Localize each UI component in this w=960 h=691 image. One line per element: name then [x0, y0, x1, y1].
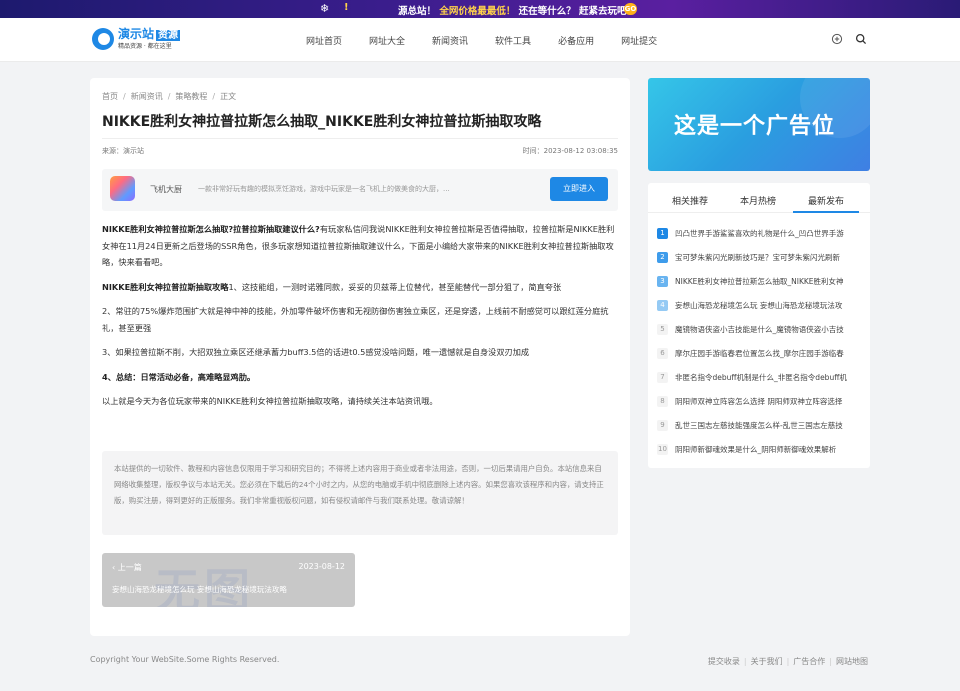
breadcrumb-news[interactable]: 新闻资讯 [131, 92, 163, 101]
footer-link-sitemap[interactable]: 网站地图 [836, 657, 868, 666]
logo-icon [92, 28, 114, 50]
app-name[interactable]: 飞机大厨 [150, 184, 182, 195]
top-promo-banner[interactable]: ❄ ! 源总站！ 全网价格最最低！ 还在等什么？ 赶紧去玩吧 GO [0, 0, 960, 18]
nav-directory[interactable]: 网址大全 [369, 34, 405, 47]
paragraph-3: 2、常驻的75%爆炸范围扩大就是神中神的技能，外加零件破坏伤害和无视防御伤害独立… [102, 306, 609, 333]
tab-monthly-hot[interactable]: 本月热榜 [740, 194, 776, 207]
article-content: NIKKE胜利女神拉普拉斯怎么抽取?拉普拉斯抽取建议什么?有玩家私信问我说NIK… [102, 221, 618, 418]
logo-tag: 资源 [156, 30, 181, 41]
article-time: 时间：2023-08-12 03:08:35 [522, 147, 618, 155]
paragraph-1: NIKKE胜利女神拉普拉斯怎么抽取?拉普拉斯抽取建议什么?有玩家私信问我说NIK… [102, 224, 615, 267]
paragraph-4: 3、如果拉普拉斯不削，大招双独立乘区还继承蓄力buff3.5倍的话进t0.5感觉… [102, 347, 530, 357]
promo-text: 源总站！ 全网价格最最低！ 还在等什么？ 赶紧去玩吧 [398, 6, 627, 17]
list-item[interactable]: 1 凹凸世界手游鲨鲨喜欢的礼物是什么_凹凸世界手游 [657, 221, 862, 245]
ranking-list: 1 凹凸世界手游鲨鲨喜欢的礼物是什么_凹凸世界手游 2 宝可梦朱紫闪光刷新技巧是？宝… [657, 221, 862, 461]
prev-label: ‹ 上一篇 [112, 563, 142, 572]
article-title: NIKKE胜利女神拉普拉斯怎么抽取_NIKKE胜利女神拉普拉斯抽取攻略 [102, 114, 542, 130]
nav-home[interactable]: 网址首页 [306, 34, 342, 47]
article-meta: 来源：演示站 时间：2023-08-12 03:08:35 [102, 138, 618, 158]
footer-link-about[interactable]: 关于我们 [751, 657, 783, 666]
article-source: 来源：演示站 [102, 147, 144, 155]
list-item[interactable]: 9 乱世三国志左慈技能强度怎么样-乱世三国志左慈技 [657, 413, 862, 437]
list-item[interactable]: 2 宝可梦朱紫闪光刷新技巧是？宝可梦朱紫闪光刷新 [657, 245, 862, 269]
ranking-panel: 相关推荐 本月热榜 最新发布 1 凹凸世界手游鲨鲨喜欢的礼物是什么_凹凸世界手游 … [648, 183, 870, 468]
breadcrumb-current: 正文 [220, 92, 237, 101]
active-tab-indicator [793, 211, 859, 213]
app-icon[interactable] [110, 176, 135, 201]
list-item[interactable]: 7 非匿名指令debuff机制是什么_非匿名指令debuff机 [657, 365, 862, 389]
app-card: 飞机大厨 一款非常好玩有趣的模拟烹饪游戏，游戏中玩家是一名飞机上的做美食的大厨，… [102, 169, 618, 211]
prev-article-card[interactable]: 无图 ‹ 上一篇 2023-08-12 妄想山海恐龙秘境怎么玩 妄想山海恐龙秘境… [102, 553, 355, 607]
list-item[interactable]: 5 魔镜物语侠盗小吉技能是什么_魔镜物语侠盗小吉技 [657, 317, 862, 341]
add-circle-icon[interactable] [831, 33, 843, 45]
breadcrumb-home[interactable]: 首页 [102, 92, 118, 101]
go-badge[interactable]: GO [624, 3, 637, 15]
site-header: 演示站 资源 精品资源 · 都在这里 网址首页 网址大全 新闻资讯 软件工具 必备… [0, 18, 960, 62]
enter-app-button[interactable]: 立即进入 [550, 177, 608, 201]
nav-news[interactable]: 新闻资讯 [432, 34, 468, 47]
footer-links: 提交收录 | 关于我们 | 广告合作 | 网站地图 [707, 657, 868, 666]
tab-latest[interactable]: 最新发布 [808, 194, 844, 207]
list-item[interactable]: 6 摩尔庄园手游临春君位置怎么找_摩尔庄园手游临春 [657, 341, 862, 365]
app-desc: 一款非常好玩有趣的模拟烹饪游戏，游戏中玩家是一名飞机上的做美食的大厨，... [198, 185, 450, 193]
footer-link-ads[interactable]: 广告合作 [793, 657, 825, 666]
ranking-tabs: 相关推荐 本月热榜 最新发布 [648, 183, 870, 213]
exclamation-icon: ! [344, 2, 349, 13]
breadcrumb: 首页 / 新闻资讯 / 策略教程 / 正文 [102, 92, 237, 101]
nav-software[interactable]: 软件工具 [495, 34, 531, 47]
main-nav: 网址首页 网址大全 新闻资讯 软件工具 必备应用 网址提交 [306, 18, 684, 62]
snowflake-icon: ❄ [320, 2, 330, 15]
paragraph-5: 4、总结：日常活动必备，高难略显鸡肋。 [102, 371, 256, 382]
article-panel: 首页 / 新闻资讯 / 策略教程 / 正文 NIKKE胜利女神拉普拉斯怎么抽取_NIKKE胜… [90, 78, 630, 636]
nav-apps[interactable]: 必备应用 [558, 34, 594, 47]
breadcrumb-strategy[interactable]: 策略教程 [175, 92, 207, 101]
nav-submit[interactable]: 网址提交 [621, 34, 657, 47]
tab-related[interactable]: 相关推荐 [672, 194, 708, 207]
prev-title[interactable]: 妄想山海恐龙秘境怎么玩 妄想山海恐龙秘境玩法攻略 [112, 584, 287, 595]
footer-link-submit[interactable]: 提交收录 [708, 657, 740, 666]
list-item[interactable]: 4 妄想山海恐龙秘境怎么玩 妄想山海恐龙秘境玩法攻 [657, 293, 862, 317]
search-icon[interactable] [855, 33, 867, 45]
list-item[interactable]: 8 阴阳师双神立阵容怎么选择 阴阳师双神立阵容选择 [657, 389, 862, 413]
list-item[interactable]: 10 阴阳师新御魂效果是什么_阴阳师新御魂效果解析 [657, 437, 862, 461]
list-item[interactable]: 3 NIKKE胜利女神拉普拉斯怎么抽取_NIKKE胜利女神 [657, 269, 862, 293]
disclaimer-box: 本站提供的一切软件、教程和内容信息仅限用于学习和研究目的；不得将上述内容用于商业… [102, 451, 618, 535]
ad-banner[interactable]: 这是一个广告位 [648, 78, 870, 171]
paragraph-6: 以上就是今天为各位玩家带来的NIKKE胜利女神拉普拉斯抽取攻略，请持续关注本站资… [102, 396, 438, 406]
prev-date: 2023-08-12 [298, 562, 346, 571]
copyright: Copyright Your WebSite.Some Rights Reser… [90, 655, 280, 664]
ad-text: 这是一个广告位 [674, 114, 836, 139]
paragraph-2: NIKKE胜利女神拉普拉斯抽取攻略1、这技能组，一测时诺雅同款，妥妥的贝兹蒂上位… [102, 281, 562, 292]
site-logo[interactable]: 演示站 资源 精品资源 · 都在这里 [92, 27, 181, 50]
logo-name: 演示站 [118, 27, 155, 41]
logo-slogan: 精品资源 · 都在这里 [118, 43, 172, 50]
no-image-watermark: 无图 [154, 564, 254, 607]
